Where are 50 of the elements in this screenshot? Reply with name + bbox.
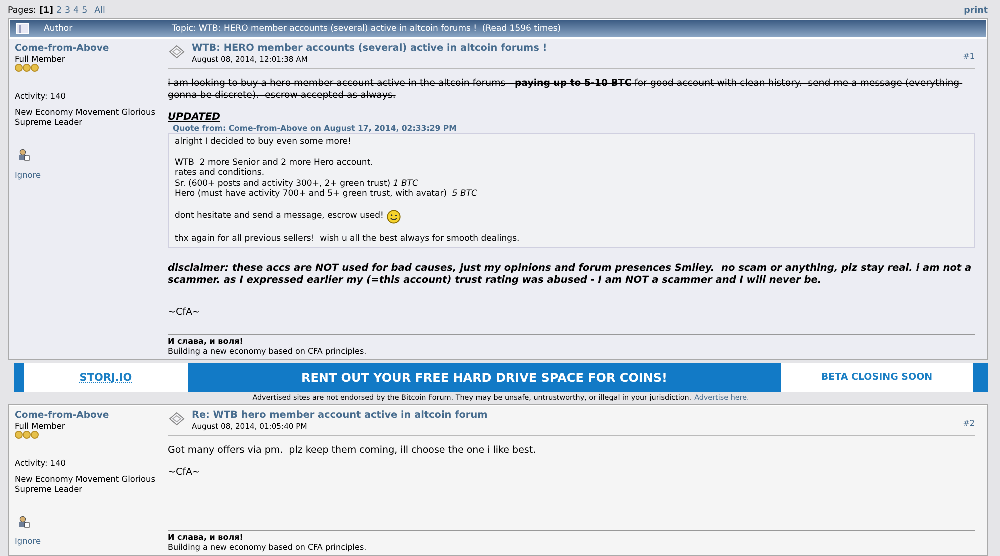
post-text: ~CfA~ (168, 307, 202, 319)
quote-line: thx again for all previous sellers! wish u all the best always for smooth dealings. (175, 234, 521, 244)
quote-line: rates and conditions. (175, 168, 266, 178)
custom-title: New Economy Movement Glorious Supreme Leader (15, 107, 156, 127)
author-column-heading: Author (44, 24, 73, 34)
print-link[interactable]: print (964, 6, 988, 16)
username-link[interactable]: Come-from-Above (15, 410, 110, 421)
profile-icon[interactable] (18, 516, 30, 528)
signature-title: И слава, и воля! (168, 533, 244, 543)
ignore-link[interactable]: Ignore (15, 170, 42, 180)
custom-title: New Economy Movement Glorious Supreme Leader (15, 474, 156, 494)
post-icon (168, 411, 186, 427)
post-paragraph: i am looking to buy a hero member account active in the altcoin forums- paying up to 5-10 BTC for good account with clean history. send me a message (everything gonna be discrete). escrow accepted as always. (168, 78, 961, 102)
quote-line: Sr. (600+ posts and activity 300+, 2+ green trust) 1 BTC (175, 178, 420, 189)
topic-icon (16, 22, 30, 34)
member-rank: Full Member (15, 54, 66, 64)
member-rank: Full Member (15, 421, 66, 431)
pages-label: Pages: (8, 6, 36, 16)
profile-icon[interactable] (18, 149, 30, 161)
disclaimer-text: disclaimer: these accs are NOT used for bad causes, just my opinions and forum presences Smiley. no scam or anything, plz stay real. i am not a scammer. as I expressed earlier my (=this account) trust rating was abused - I am NOT a scammer and I will never be. (168, 263, 973, 287)
activity-count: Activity: 140 (15, 91, 66, 101)
ad-headline-link[interactable]: RENT OUT YOUR FREE HARD DRIVE SPACE FOR COINS! (188, 363, 781, 392)
post-number-link[interactable]: #1 (963, 52, 975, 61)
all-pages-link[interactable]: All (94, 6, 106, 16)
post-text: ~CfA~ (168, 467, 202, 479)
page-link[interactable]: 4 (74, 6, 80, 16)
ad-link[interactable]: STORJ.IO (24, 363, 188, 392)
quote-line: dont hesitate and send a message, escrow used! (175, 210, 969, 224)
post-icon (168, 44, 186, 60)
page-link[interactable]: [1] (39, 6, 54, 16)
quote-line: WTB 2 more Senior and 2 more Hero account. (175, 158, 374, 168)
page-link[interactable]: 3 (65, 6, 71, 16)
post-text: Got many offers via pm. plz keep them coming, ill choose the one i like best. (168, 445, 538, 457)
quote-line: alright I decided to buy even some more! (175, 137, 352, 148)
ad-link[interactable]: BETA CLOSING SOON (781, 363, 973, 392)
page-link[interactable]: 2 (56, 6, 62, 16)
activity-count: Activity: 140 (15, 458, 66, 468)
page-link[interactable]: 5 (82, 6, 88, 16)
post-subject-link[interactable]: WTB: HERO member accounts (several) active in altcoin forums ! (192, 43, 964, 55)
post-number-link[interactable]: #2 (963, 419, 975, 428)
signature-title: И слава, и воля! (168, 337, 244, 347)
username-link[interactable]: Come-from-Above (15, 43, 110, 54)
update-heading: UPDATED (168, 112, 222, 124)
quote-line: Hero (must have activity 700+ and 5+ green trust, with avatar) 5 BTC (175, 189, 478, 200)
signature-text: Building a new economy based on CFA principles. (168, 347, 368, 357)
signature-text: Building a new economy based on CFA principles. (168, 543, 368, 553)
ignore-link[interactable]: Ignore (15, 536, 42, 546)
topic-title: Topic: WTB: HERO member accounts (several) active in altcoin forums ! (Read 1596 times) (172, 24, 562, 34)
post-subject-link[interactable]: Re: WTB hero member account active in altcoin forum (192, 410, 964, 422)
smiley-icon (386, 210, 401, 224)
